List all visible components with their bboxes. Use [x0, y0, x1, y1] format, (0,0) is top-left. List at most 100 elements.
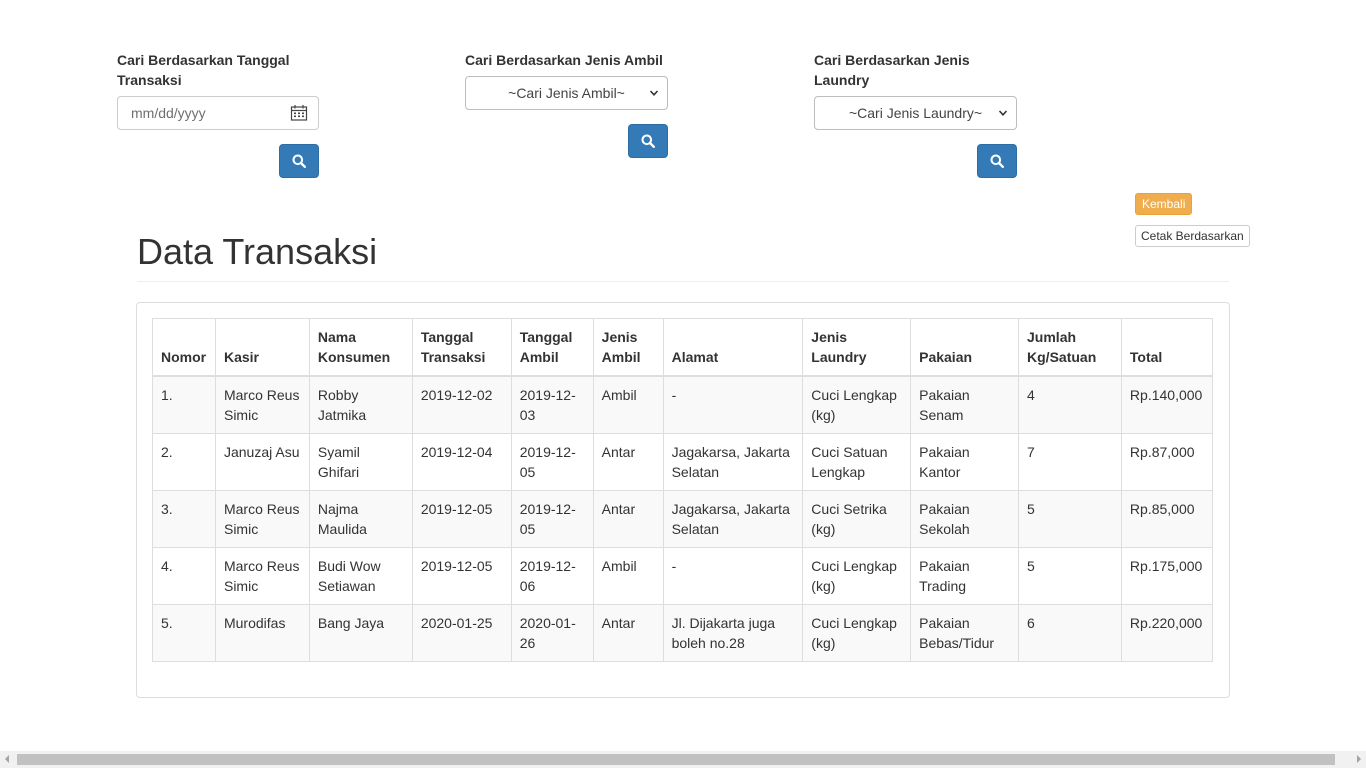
header-alamat: Alamat	[662, 318, 804, 377]
scroll-right-icon[interactable]	[1357, 755, 1361, 763]
cell-nama-konsumen: Robby Jatmika	[308, 375, 413, 434]
cell-pakaian: Pakaian Bebas/Tidur	[910, 604, 1020, 662]
cell-jenis-laundry: Cuci Satuan Lengkap	[802, 433, 912, 491]
horizontal-scrollbar[interactable]	[0, 751, 1366, 768]
cell-nama-konsumen: Najma Maulida	[308, 490, 413, 548]
cell-kasir: Marco Reus Simic	[214, 547, 310, 605]
scroll-left-icon[interactable]	[5, 755, 9, 763]
header-nama-konsumen: Nama Konsumen	[308, 318, 413, 377]
cell-tanggal-ambil: 2019-12-05	[510, 433, 594, 491]
chevron-down-icon	[998, 110, 1008, 116]
cell-tanggal-transaksi: 2019-12-05	[411, 490, 512, 548]
date-input[interactable]: mm/dd/yyyy	[117, 96, 319, 130]
filter-date: Cari Berdasarkan Tanggal Transaksi mm/dd…	[117, 50, 321, 130]
cell-jumlah: 5	[1018, 490, 1122, 548]
cell-tanggal-transaksi: 2019-12-04	[411, 433, 512, 491]
cell-jenis-ambil: Ambil	[592, 547, 664, 605]
cell-tanggal-ambil: 2019-12-05	[510, 490, 594, 548]
cell-jenis-laundry: Cuci Setrika (kg)	[802, 490, 912, 548]
table-row: 2. Januzaj Asu Syamil Ghifari 2019-12-04…	[152, 433, 1214, 491]
cell-nomor: 5.	[152, 604, 216, 662]
page-title: Data Transaksi	[137, 231, 378, 272]
cell-pakaian: Pakaian Kantor	[910, 433, 1020, 491]
cell-jenis-ambil: Antar	[592, 433, 664, 491]
cell-alamat: Jagakarsa, Jakarta Selatan	[662, 490, 804, 548]
header-jenis-laundry: Jenis Laundry	[802, 318, 912, 377]
header-total: Total	[1120, 318, 1214, 377]
jenis-laundry-select[interactable]: ~Cari Jenis Laundry~	[814, 96, 1017, 130]
header-tanggal-transaksi: Tanggal Transaksi	[411, 318, 512, 377]
cell-total: Rp.220,000	[1120, 604, 1214, 662]
cetak-button[interactable]: Cetak Berdasarkan	[1135, 225, 1250, 247]
table-row: 1. Marco Reus Simic Robby Jatmika 2019-1…	[152, 375, 1214, 434]
jenis-laundry-selected: ~Cari Jenis Laundry~	[848, 105, 983, 121]
cell-jenis-laundry: Cuci Lengkap (kg)	[802, 375, 912, 434]
cell-total: Rp.87,000	[1120, 433, 1214, 491]
cell-nomor: 3.	[152, 490, 216, 548]
transaction-table: Nomor Kasir Nama Konsumen Tanggal Transa…	[152, 318, 1214, 662]
cell-kasir: Marco Reus Simic	[214, 375, 310, 434]
search-icon	[990, 154, 1004, 168]
search-icon	[641, 134, 655, 148]
cell-alamat: -	[662, 547, 804, 605]
cell-total: Rp.140,000	[1120, 375, 1214, 434]
search-jenis-ambil-button[interactable]	[628, 124, 668, 158]
cell-jenis-ambil: Antar	[592, 604, 664, 662]
header-nomor: Nomor	[152, 318, 216, 377]
cell-total: Rp.85,000	[1120, 490, 1214, 548]
filter-jenis-ambil-label: Cari Berdasarkan Jenis Ambil	[465, 52, 663, 68]
search-icon	[292, 154, 306, 168]
cell-nomor: 2.	[152, 433, 216, 491]
table-row: 5. Murodifas Bang Jaya 2020-01-25 2020-0…	[152, 604, 1214, 662]
cell-nama-konsumen: Syamil Ghifari	[308, 433, 413, 491]
cell-kasir: Januzaj Asu	[214, 433, 310, 491]
header-pakaian: Pakaian	[910, 318, 1020, 377]
search-date-button[interactable]	[279, 144, 319, 178]
jenis-ambil-select[interactable]: ~Cari Jenis Ambil~	[465, 76, 668, 110]
cell-tanggal-ambil: 2020-01-26	[510, 604, 594, 662]
header-jumlah: Jumlah Kg/Satuan	[1018, 318, 1122, 377]
cell-tanggal-transaksi: 2019-12-02	[411, 375, 512, 434]
table-row: 3. Marco Reus Simic Najma Maulida 2019-1…	[152, 490, 1214, 548]
calendar-icon[interactable]	[290, 104, 308, 122]
cell-jenis-ambil: Antar	[592, 490, 664, 548]
cell-kasir: Marco Reus Simic	[214, 490, 310, 548]
cell-nomor: 1.	[152, 375, 216, 434]
cell-kasir: Murodifas	[214, 604, 310, 662]
scrollbar-thumb[interactable]	[17, 754, 1335, 765]
date-input-placeholder: mm/dd/yyyy	[131, 105, 206, 121]
cell-alamat: Jagakarsa, Jakarta Selatan	[662, 433, 804, 491]
jenis-ambil-selected: ~Cari Jenis Ambil~	[508, 85, 625, 101]
table-header-row: Nomor Kasir Nama Konsumen Tanggal Transa…	[152, 318, 1214, 377]
kembali-button[interactable]: Kembali	[1135, 193, 1193, 215]
cell-tanggal-ambil: 2019-12-06	[510, 547, 594, 605]
header-tanggal-ambil: Tanggal Ambil	[510, 318, 594, 377]
filter-jenis-ambil: Cari Berdasarkan Jenis Ambil ~Cari Jenis…	[465, 50, 675, 110]
cell-alamat: -	[662, 375, 804, 434]
search-jenis-laundry-button[interactable]	[977, 144, 1017, 178]
chevron-down-icon	[649, 90, 659, 96]
table-row: 4. Marco Reus Simic Budi Wow Setiawan 20…	[152, 547, 1214, 605]
filter-jenis-laundry: Cari Berdasarkan Jenis Laundry ~Cari Jen…	[814, 50, 1018, 130]
filter-date-label: Cari Berdasarkan Tanggal Transaksi	[117, 52, 290, 88]
header-kasir: Kasir	[214, 318, 310, 377]
cell-jenis-laundry: Cuci Lengkap (kg)	[802, 547, 912, 605]
cell-jumlah: 5	[1018, 547, 1122, 605]
cell-tanggal-ambil: 2019-12-03	[510, 375, 594, 434]
cell-jumlah: 6	[1018, 604, 1122, 662]
header-jenis-ambil: Jenis Ambil	[592, 318, 664, 377]
cell-nomor: 4.	[152, 547, 216, 605]
filter-jenis-laundry-label: Cari Berdasarkan Jenis Laundry	[814, 52, 970, 88]
cell-tanggal-transaksi: 2020-01-25	[411, 604, 512, 662]
cell-jenis-ambil: Ambil	[592, 375, 664, 434]
cell-jumlah: 4	[1018, 375, 1122, 434]
cell-pakaian: Pakaian Sekolah	[910, 490, 1020, 548]
cell-pakaian: Pakaian Trading	[910, 547, 1020, 605]
cell-jenis-laundry: Cuci Lengkap (kg)	[802, 604, 912, 662]
cell-tanggal-transaksi: 2019-12-05	[411, 547, 512, 605]
cell-nama-konsumen: Bang Jaya	[308, 604, 413, 662]
cell-nama-konsumen: Budi Wow Setiawan	[308, 547, 413, 605]
cell-jumlah: 7	[1018, 433, 1122, 491]
title-divider	[137, 281, 1229, 282]
cell-pakaian: Pakaian Senam	[910, 375, 1020, 434]
